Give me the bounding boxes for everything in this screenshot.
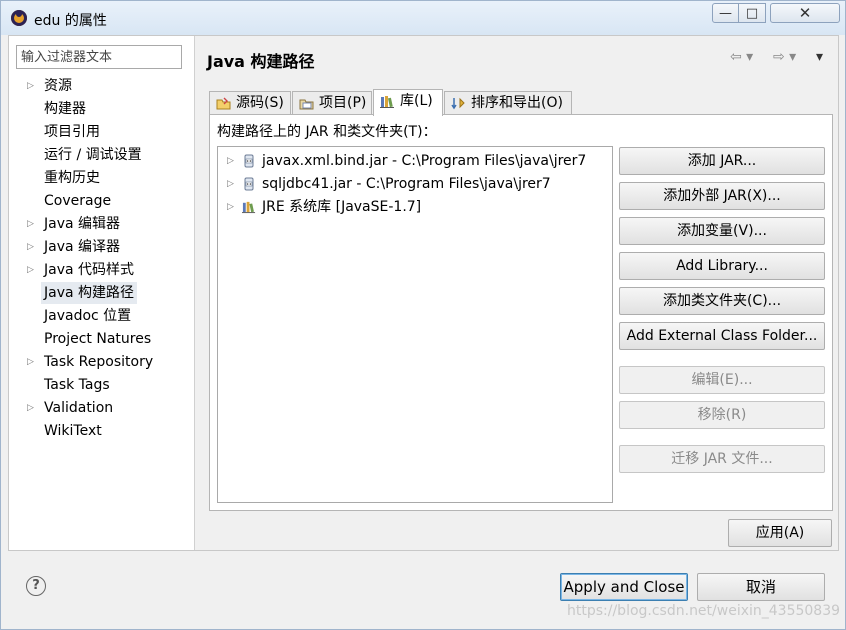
close-icon: ✕ <box>798 3 812 22</box>
add-jar-button[interactable]: 添加 JAR... <box>619 147 825 175</box>
properties-dialog: edu 的属性 — □ ✕ ▷资源构建器项目引用运行 / 调试设置重构历史Cov… <box>0 0 846 630</box>
remove-button[interactable]: 移除(R) <box>619 401 825 429</box>
library-icon <box>380 96 394 108</box>
tab-label: 排序和导出(O) <box>471 95 563 111</box>
expand-arrow-icon[interactable]: ▷ <box>227 173 234 195</box>
jar-icon <box>244 177 254 191</box>
tab-source[interactable]: 源码(S) <box>209 91 291 115</box>
watermark: https://blog.csdn.net/weixin_43550839 <box>567 603 841 619</box>
tree-item-sqljdbc41[interactable]: ▷ sqljdbc41.jar - C:\Program Files\java\… <box>218 173 612 195</box>
libraries-tree[interactable]: ▷ javax.xml.bind.jar - C:\Program Files\… <box>217 146 613 503</box>
sidebar-item[interactable]: Java 代码样式 <box>41 259 137 281</box>
sidebar-item[interactable]: WikiText <box>41 420 105 442</box>
minimize-button[interactable]: — <box>712 3 739 23</box>
expand-arrow-icon[interactable]: ▷ <box>27 397 36 419</box>
tree-item-label: javax.xml.bind.jar - C:\Program Files\ja… <box>262 153 587 169</box>
maximize-icon: □ <box>745 5 759 21</box>
add-variable-button[interactable]: 添加变量(V)... <box>619 217 825 245</box>
sidebar-item[interactable]: 运行 / 调试设置 <box>41 144 145 166</box>
tree-item-javax-xml-bind[interactable]: ▷ javax.xml.bind.jar - C:\Program Files\… <box>218 150 612 172</box>
tab-label: 库(L) <box>400 93 433 109</box>
expand-arrow-icon[interactable]: ▷ <box>227 150 234 172</box>
sidebar-item[interactable]: 重构历史 <box>41 167 103 189</box>
tab-order-export[interactable]: 排序和导出(O) <box>444 91 572 115</box>
order-export-icon <box>451 97 465 110</box>
expand-arrow-icon[interactable]: ▷ <box>27 236 36 258</box>
page-title: Java 构建路径 <box>207 52 315 71</box>
add-external-jar-button[interactable]: 添加外部 JAR(X)... <box>619 182 825 210</box>
add-external-class-folder-button[interactable]: Add External Class Folder... <box>619 322 825 350</box>
minimize-icon: — <box>719 5 732 21</box>
sidebar-item[interactable]: Coverage <box>41 190 114 212</box>
expand-arrow-icon[interactable]: ▷ <box>227 196 234 218</box>
tab-label: 源码(S) <box>236 95 284 111</box>
source-folder-icon <box>216 97 231 110</box>
sidebar-item[interactable]: Task Tags <box>41 374 113 396</box>
help-icon[interactable]: ? <box>26 576 46 596</box>
tree-item-label: sqljdbc41.jar - C:\Program Files\java\jr… <box>262 176 551 192</box>
sidebar-item[interactable]: 资源 <box>41 75 75 97</box>
sidebar-item[interactable]: Project Natures <box>41 328 154 350</box>
sidebar-item[interactable]: Javadoc 位置 <box>41 305 134 327</box>
apply-and-close-button[interactable]: Apply and Close <box>560 573 688 601</box>
libraries-label: 构建路径上的 JAR 和类文件夹(T)： <box>217 124 437 140</box>
tab-projects[interactable]: 项目(P) <box>292 91 372 115</box>
dialog-body: ▷资源构建器项目引用运行 / 调试设置重构历史Coverage▷Java 编辑器… <box>8 35 839 551</box>
jar-icon <box>244 154 254 168</box>
sidebar-item[interactable]: Validation <box>41 397 116 419</box>
project-icon <box>299 99 314 110</box>
tree-item-jre-system-library[interactable]: ▷ JRE 系统库 [JavaSE-1.7] <box>218 196 612 218</box>
forward-arrow-icon[interactable]: ⇨ ▾ <box>773 49 796 65</box>
tab-label: 项目(P) <box>319 95 367 111</box>
library-icon <box>242 201 256 214</box>
tree-item-label: JRE 系统库 [JavaSE-1.7] <box>262 199 422 215</box>
tab-libraries[interactable]: 库(L) <box>373 89 443 116</box>
expand-arrow-icon[interactable]: ▷ <box>27 351 36 373</box>
expand-arrow-icon[interactable]: ▷ <box>27 213 36 235</box>
sidebar-item[interactable]: Java 编译器 <box>41 236 123 258</box>
migrate-jar-button[interactable]: 迁移 JAR 文件... <box>619 445 825 473</box>
title-bar: edu 的属性 — □ ✕ <box>1 1 845 35</box>
expand-arrow-icon[interactable]: ▷ <box>27 75 36 97</box>
settings-page: Java 构建路径 ⇦ ▾ ⇨ ▾ ▾ 源码(S) 项目(P) 库(L) 排序和… <box>195 36 838 550</box>
close-button[interactable]: ✕ <box>770 3 840 23</box>
sidebar-item[interactable]: Java 构建路径 <box>41 282 138 304</box>
apply-button[interactable]: 应用(A) <box>728 519 832 547</box>
libraries-panel: 构建路径上的 JAR 和类文件夹(T)： ▷ javax.xml.bind.ja… <box>209 114 833 511</box>
sidebar-item[interactable]: 构建器 <box>41 98 89 120</box>
filter-input[interactable] <box>16 45 182 69</box>
back-arrow-icon[interactable]: ⇦ ▾ <box>730 49 753 65</box>
window-title: edu 的属性 <box>34 13 107 29</box>
view-menu-icon[interactable]: ▾ <box>816 49 823 65</box>
maximize-button[interactable]: □ <box>739 3 766 23</box>
category-sidebar: ▷资源构建器项目引用运行 / 调试设置重构历史Coverage▷Java 编辑器… <box>9 36 195 550</box>
sidebar-item[interactable]: Task Repository <box>41 351 156 373</box>
sidebar-item[interactable]: Java 编辑器 <box>41 213 123 235</box>
edit-button[interactable]: 编辑(E)... <box>619 366 825 394</box>
sidebar-item[interactable]: 项目引用 <box>41 121 103 143</box>
add-class-folder-button[interactable]: 添加类文件夹(C)... <box>619 287 825 315</box>
eclipse-icon <box>11 10 27 26</box>
expand-arrow-icon[interactable]: ▷ <box>27 259 36 281</box>
cancel-button[interactable]: 取消 <box>697 573 825 601</box>
add-library-button[interactable]: Add Library... <box>619 252 825 280</box>
